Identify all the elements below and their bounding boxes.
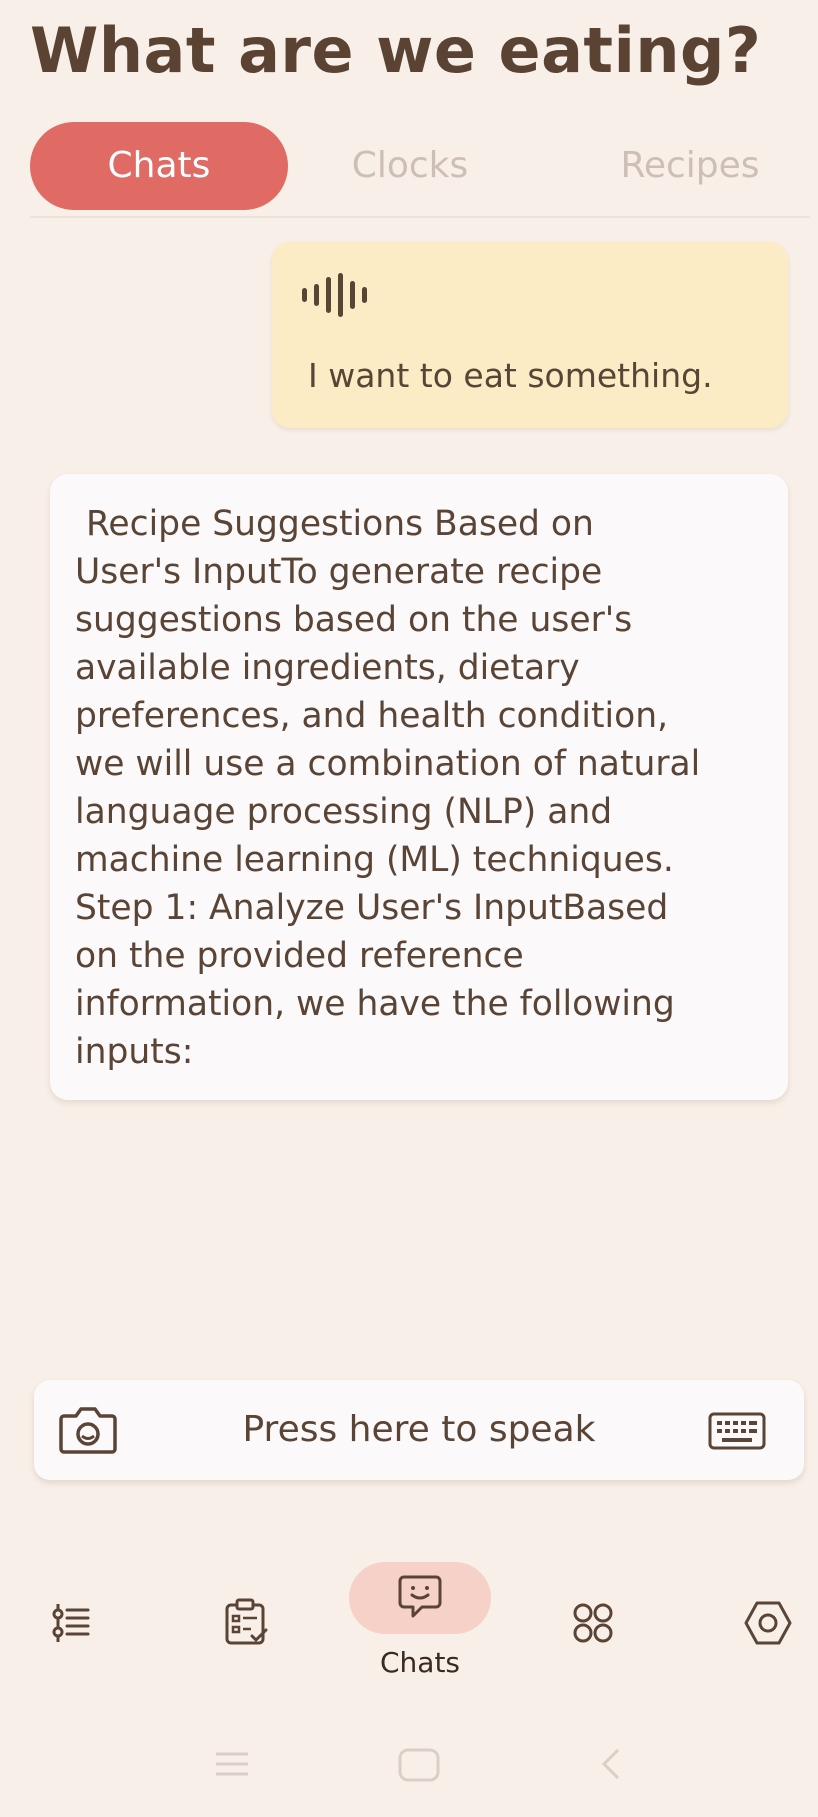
camera-icon[interactable] bbox=[58, 1402, 118, 1458]
list-icon bbox=[52, 1604, 90, 1642]
system-navigation-bar bbox=[0, 1736, 818, 1796]
bot-message-text: Recipe Suggestions Based on User's Input… bbox=[75, 504, 701, 1072]
back-icon bbox=[601, 1748, 620, 1780]
voice-input-bar: Press here to speak bbox=[34, 1380, 804, 1480]
app-screen: What are we eating? Chats Clocks Recipes… bbox=[0, 0, 818, 1817]
recents-icon bbox=[216, 1752, 248, 1776]
nav-chats-label: Chats bbox=[379, 1646, 461, 1679]
clipboard-icon bbox=[225, 1598, 268, 1645]
press-to-speak-button[interactable]: Press here to speak bbox=[144, 1380, 694, 1480]
settings-icon bbox=[744, 1601, 792, 1645]
nav-settings[interactable] bbox=[744, 1600, 792, 1646]
tabs-divider bbox=[30, 216, 810, 218]
bottom-navigation: Chats bbox=[0, 1556, 818, 1686]
nav-chats[interactable] bbox=[398, 1574, 442, 1620]
voice-wave-icon bbox=[302, 272, 367, 318]
user-voice-message[interactable]: I want to eat something. bbox=[272, 242, 788, 428]
chat-icon bbox=[398, 1575, 442, 1618]
home-icon bbox=[398, 1748, 440, 1782]
top-tabs: Chats Clocks Recipes bbox=[30, 122, 810, 210]
grid-icon bbox=[573, 1603, 613, 1643]
tab-recipes[interactable]: Recipes bbox=[590, 122, 790, 210]
nav-grid[interactable] bbox=[572, 1602, 614, 1644]
tab-clocks[interactable]: Clocks bbox=[320, 122, 500, 210]
tab-chats[interactable]: Chats bbox=[30, 122, 288, 210]
page-title: What are we eating? bbox=[30, 14, 762, 87]
user-message-text: I want to eat something. bbox=[308, 356, 713, 395]
bot-message: Recipe Suggestions Based on User's Input… bbox=[50, 474, 788, 1100]
nav-clipboard[interactable] bbox=[224, 1598, 270, 1646]
nav-list[interactable] bbox=[52, 1602, 92, 1644]
keyboard-icon[interactable] bbox=[708, 1412, 766, 1450]
